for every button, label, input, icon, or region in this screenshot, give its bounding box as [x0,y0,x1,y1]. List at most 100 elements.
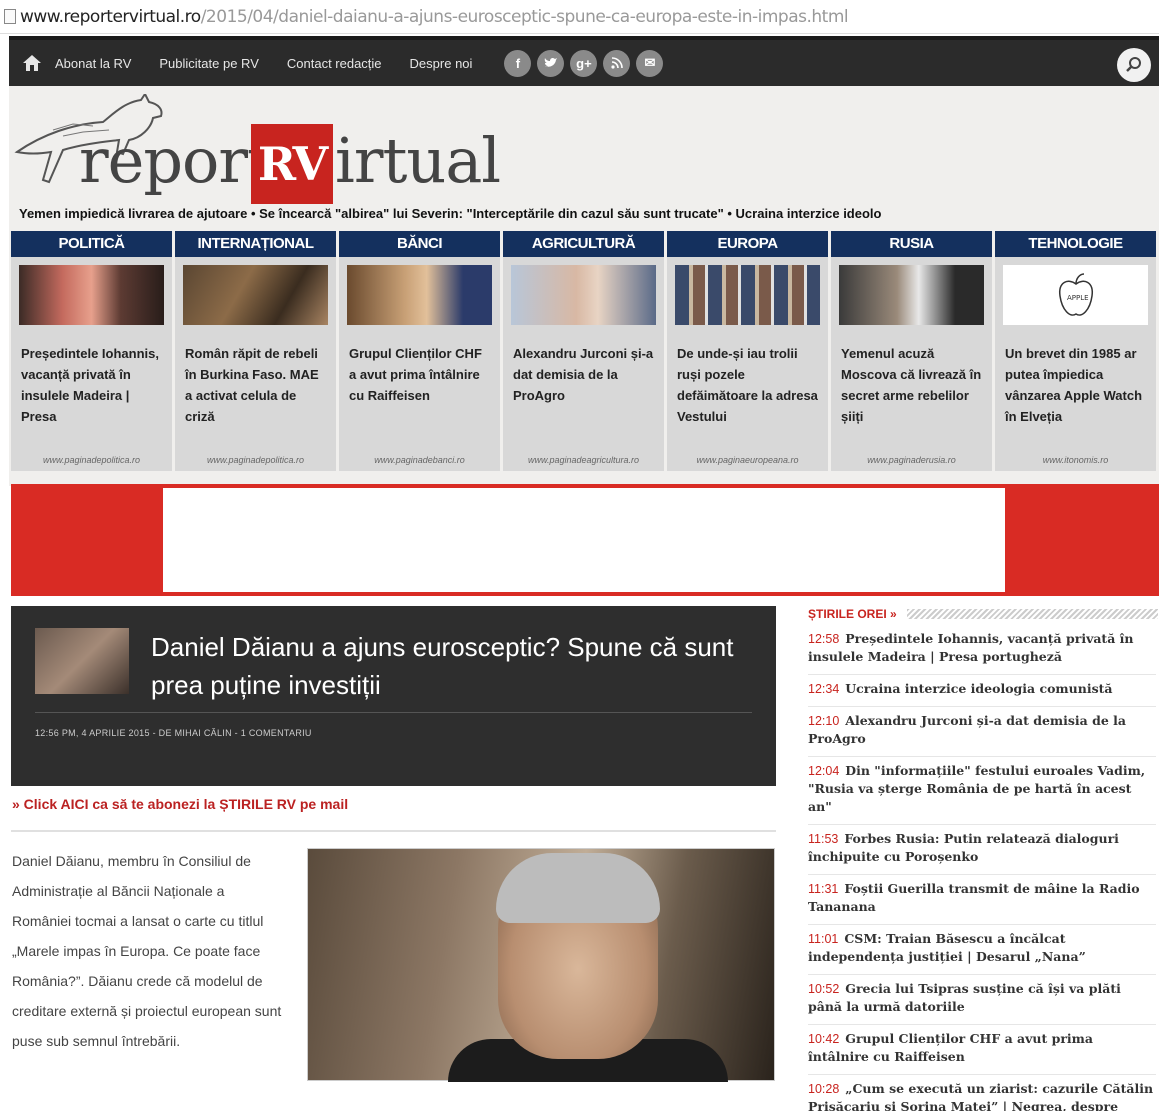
category-heading[interactable]: EUROPA [667,231,828,257]
category-heading[interactable]: BĂNCI [339,231,500,257]
divider [11,830,776,832]
nav-contact-link[interactable]: Contact redacție [287,56,382,71]
news-text[interactable]: Din "informațiile" festului euroales Vad… [808,763,1145,814]
news-text[interactable]: Grupul Clienților CHF a avut prima întâl… [808,1031,1093,1064]
category-card-europa[interactable]: EUROPA De unde-și iau trolii ruși pozele… [667,231,828,471]
news-time: 11:31 [808,882,839,896]
site-logo[interactable]: reporte RV irtual [13,94,501,204]
category-title[interactable]: Un brevet din 1985 ar putea împiedica vâ… [1005,343,1146,427]
news-text[interactable]: Grecia lui Tsipras susține că își va plă… [808,981,1121,1014]
category-strip: POLITICĂ Președintele Iohannis, vacanță … [11,231,1159,473]
category-url[interactable]: www.paginadebanci.ro [345,455,494,465]
category-title[interactable]: Român răpit de rebeli în Burkina Faso. M… [185,343,326,427]
news-time: 12:58 [808,632,840,646]
category-heading[interactable]: INTERNAȚIONAL [175,231,336,257]
news-time: 10:52 [808,982,840,996]
nav-about-link[interactable]: Despre noi [410,56,473,71]
article-meta: 12:56 PM, 4 APRILIE 2015 - DE MIHAI CĂLI… [35,728,312,738]
ad-banner-content[interactable] [163,488,1005,592]
address-bar[interactable]: www.reportervirtual.ro/2015/04/daniel-da… [0,0,1159,34]
news-text[interactable]: Foștii Guerilla transmit de mâine la Rad… [808,881,1140,914]
category-url[interactable]: www.paginadeagricultura.ro [509,455,658,465]
latest-news-list: 12:58 Președintele Iohannis, vacanță priv… [808,628,1156,1111]
category-thumbnail[interactable] [19,265,164,325]
page-icon [4,9,16,24]
svg-text:APPLE: APPLE [1067,294,1089,302]
news-item[interactable]: 10:42 Grupul Clienților CHF a avut prima … [808,1028,1156,1075]
twitter-icon[interactable] [537,49,565,77]
heading-hatch [906,609,1158,619]
category-url[interactable]: www.paginadepolitica.ro [17,455,166,465]
news-time: 10:28 [808,1082,840,1096]
news-time: 12:10 [808,714,840,728]
ad-banner[interactable] [11,484,1159,596]
nav-advertising-link[interactable]: Publicitate pe RV [159,56,259,71]
category-thumbnail[interactable] [347,265,492,325]
category-card-agricultura[interactable]: AGRICULTURĂ Alexandru Jurconi și-a dat d… [503,231,664,471]
category-thumbnail[interactable]: APPLE [1003,265,1148,325]
category-card-tehnologie[interactable]: TEHNOLOGIE APPLE Un brevet din 1985 ar p… [995,231,1156,471]
social-links: f g+ ✉ [504,49,664,77]
news-time: 10:42 [808,1032,840,1046]
category-url[interactable]: www.paginaeuropeana.ro [673,455,822,465]
category-card-banci[interactable]: BĂNCI Grupul Clienților CHF a avut prima… [339,231,500,471]
search-button[interactable] [1117,48,1151,82]
site-header: reporte RV irtual Yemen impiedică livrar… [9,86,1159,486]
nav-subscribe-link[interactable]: Abonat la RV [55,56,131,71]
category-card-rusia[interactable]: RUSIA Yemenul acuză Moscova că livrează … [831,231,992,471]
url-host: www.reportervirtual.ro [20,6,201,27]
news-item[interactable]: 12:10 Alexandru Jurconi și-a dat demisia … [808,710,1156,757]
apple-icon: APPLE [1058,273,1093,316]
latest-news-heading: ȘTIRILE OREI » [808,604,1158,624]
divider [35,712,752,713]
news-time: 11:53 [808,832,839,846]
latest-news-label[interactable]: ȘTIRILE OREI » [808,607,897,621]
home-icon[interactable] [17,48,47,78]
category-thumbnail[interactable] [675,265,820,325]
category-url[interactable]: www.paginaderusia.ro [837,455,986,465]
news-item[interactable]: 11:53 Forbes Rusia: Putin relatează dialo… [808,828,1156,875]
news-text[interactable]: „Cum se execută un ziarist: cazurile Căt… [808,1081,1153,1111]
news-item[interactable]: 11:31 Foștii Guerilla transmit de mâine l… [808,878,1156,925]
category-card-politica[interactable]: POLITICĂ Președintele Iohannis, vacanță … [11,231,172,471]
news-item[interactable]: 12:58 Președintele Iohannis, vacanță priv… [808,628,1156,675]
news-text[interactable]: Forbes Rusia: Putin relatează dialoguri … [808,831,1119,864]
news-item[interactable]: 12:04 Din "informațiile" festului euroale… [808,760,1156,825]
news-item[interactable]: 12:34 Ucraina interzice ideologia comunis… [808,678,1156,707]
category-heading[interactable]: RUSIA [831,231,992,257]
subscribe-link[interactable]: » Click AICI ca să te abonezi la ȘTIRILE… [12,796,348,812]
search-icon [1126,57,1141,72]
category-title[interactable]: Alexandru Jurconi și-a dat demisia de la… [513,343,654,406]
category-card-international[interactable]: INTERNAȚIONAL Român răpit de rebeli în B… [175,231,336,471]
category-thumbnail[interactable] [839,265,984,325]
category-heading[interactable]: AGRICULTURĂ [503,231,664,257]
article-photo [307,848,775,1082]
news-text[interactable]: Ucraina interzice ideologia comunistă [845,681,1112,696]
facebook-icon[interactable]: f [504,49,532,77]
news-time: 11:01 [808,932,839,946]
category-title[interactable]: Președintele Iohannis, vacanță privată î… [21,343,162,427]
category-thumbnail[interactable] [511,265,656,325]
category-thumbnail[interactable] [183,265,328,325]
category-url[interactable]: www.itonomis.ro [1001,455,1150,465]
news-text[interactable]: CSM: Traian Băsescu a încălcat independe… [808,931,1086,964]
logo-text-right: irtual [335,124,501,197]
rss-icon[interactable] [603,49,631,77]
news-time: 12:34 [808,682,840,696]
news-item[interactable]: 10:52 Grecia lui Tsipras susține că își v… [808,978,1156,1025]
category-heading[interactable]: POLITICĂ [11,231,172,257]
category-url[interactable]: www.paginadepolitica.ro [181,455,330,465]
news-text[interactable]: Președintele Iohannis, vacanță privată î… [808,631,1134,664]
category-title[interactable]: Grupul Clienților CHF a avut prima întâl… [349,343,490,406]
news-item[interactable]: 11:01 CSM: Traian Băsescu a încălcat inde… [808,928,1156,975]
news-item[interactable]: 10:28 „Cum se execută un ziarist: cazuril… [808,1078,1156,1111]
article-thumbnail [35,628,129,694]
googleplus-icon[interactable]: g+ [570,49,598,77]
article-header: Daniel Dăianu a ajuns eurosceptic? Spune… [11,606,776,786]
news-text[interactable]: Alexandru Jurconi și-a dat demisia de la… [808,713,1126,746]
category-title[interactable]: De unde-și iau trolii ruși pozele defăim… [677,343,818,427]
category-heading[interactable]: TEHNOLOGIE [995,231,1156,257]
news-ticker[interactable]: Yemen impiedică livrarea de ajutoare • S… [19,206,1159,226]
category-title[interactable]: Yemenul acuză Moscova că livrează în sec… [841,343,982,427]
email-icon[interactable]: ✉ [636,49,664,77]
